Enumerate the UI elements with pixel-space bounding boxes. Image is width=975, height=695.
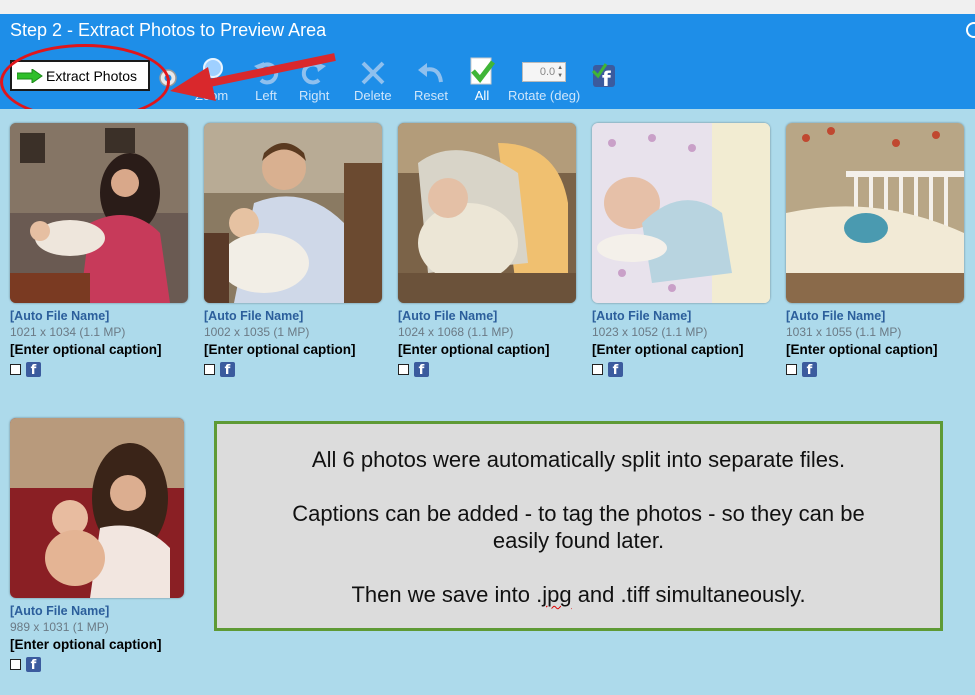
file-name-field[interactable]: [Auto File Name] bbox=[204, 309, 384, 323]
photo-thumbnail[interactable] bbox=[204, 123, 382, 303]
spinner-arrows-icon[interactable]: ▲ ▼ bbox=[557, 64, 563, 80]
facebook-icon[interactable]: f bbox=[26, 657, 41, 672]
rotate-left-icon bbox=[254, 62, 279, 85]
photo-card[interactable]: [Auto File Name] 1002 x 1035 (1 MP) [Ent… bbox=[204, 123, 384, 377]
facebook-icon[interactable]: f bbox=[220, 362, 235, 377]
callout-line-4-c: and .tiff simultaneously. bbox=[571, 582, 806, 607]
caption-field[interactable]: [Enter optional caption] bbox=[10, 342, 190, 357]
callout-line-2: Captions can be added - to tag the photo… bbox=[292, 501, 865, 526]
photo-card[interactable]: [Auto File Name] 1031 x 1055 (1.1 MP) [E… bbox=[786, 123, 966, 377]
photo-dimensions: 1021 x 1034 (1.1 MP) bbox=[10, 325, 126, 339]
caption-field[interactable]: [Enter optional caption] bbox=[398, 342, 578, 357]
rotate-right-tool[interactable]: Right bbox=[299, 52, 329, 103]
callout-line-4-jpg: jpg bbox=[542, 582, 572, 607]
step-title: Step 2 - Extract Photos to Preview Area bbox=[10, 20, 327, 40]
rotate-value: 0.0 bbox=[539, 66, 556, 78]
select-checkbox[interactable] bbox=[786, 364, 797, 375]
zoom-tool[interactable]: Zoom bbox=[195, 52, 228, 103]
extract-photos-button[interactable]: Extract Photos bbox=[10, 60, 150, 91]
photo-dimensions: 1002 x 1035 (1 MP) bbox=[204, 325, 310, 339]
delete-tool[interactable]: Delete bbox=[354, 52, 392, 103]
photo-card[interactable]: [Auto File Name] 1023 x 1052 (1.1 MP) [E… bbox=[592, 123, 772, 377]
gear-icon[interactable] bbox=[156, 66, 180, 90]
facebook-icon[interactable]: f bbox=[414, 362, 429, 377]
select-checkbox[interactable] bbox=[398, 364, 409, 375]
select-checkbox[interactable] bbox=[592, 364, 603, 375]
photo-card[interactable]: [Auto File Name] 1024 x 1068 (1.1 MP) [E… bbox=[398, 123, 578, 377]
file-name-field[interactable]: [Auto File Name] bbox=[10, 309, 190, 323]
photo-dimensions: 1031 x 1055 (1.1 MP) bbox=[786, 325, 902, 339]
callout-line-4-a: Then we save into . bbox=[351, 582, 543, 607]
caption-field[interactable]: [Enter optional caption] bbox=[786, 342, 966, 357]
facebook-select-button[interactable]: f bbox=[591, 62, 618, 93]
photo-dimensions: 1024 x 1068 (1.1 MP) bbox=[398, 325, 514, 339]
rotate-label: Rotate (deg) bbox=[508, 88, 581, 103]
rotate-degrees-input[interactable]: 0.0 ▲ ▼ bbox=[522, 62, 567, 82]
window-top-strip bbox=[0, 0, 975, 14]
facebook-check-icon: f bbox=[591, 63, 615, 91]
preview-area: [Auto File Name] 1021 x 1034 (1.1 MP) [E… bbox=[0, 109, 975, 695]
photo-card[interactable]: [Auto File Name] 1021 x 1034 (1.1 MP) [E… bbox=[10, 123, 190, 377]
rotate-right-icon bbox=[302, 62, 327, 85]
caption-field[interactable]: [Enter optional caption] bbox=[592, 342, 772, 357]
select-checkbox[interactable] bbox=[204, 364, 215, 375]
photo-thumbnail[interactable] bbox=[10, 418, 184, 598]
reset-tool[interactable]: Reset bbox=[414, 52, 448, 103]
all-label: All bbox=[474, 88, 490, 103]
photo-dimensions: 1023 x 1052 (1.1 MP) bbox=[592, 325, 708, 339]
info-callout: All 6 photos were automatically split in… bbox=[214, 421, 943, 631]
right-label: Right bbox=[299, 88, 330, 103]
file-name-field[interactable]: [Auto File Name] bbox=[786, 309, 966, 323]
photo-thumbnail[interactable] bbox=[10, 123, 188, 303]
extract-photos-label: Extract Photos bbox=[46, 67, 138, 84]
zoom-label: Zoom bbox=[195, 88, 229, 103]
check-all-icon bbox=[470, 57, 495, 85]
left-label: Left bbox=[255, 88, 277, 103]
rotate-degrees-tool[interactable]: 0.0 ▲ ▼ Rotate (deg) bbox=[508, 52, 580, 103]
callout-line-3: easily found later. bbox=[492, 528, 665, 553]
zoom-icon bbox=[198, 58, 223, 84]
facebook-icon[interactable]: f bbox=[608, 362, 623, 377]
select-checkbox[interactable] bbox=[10, 364, 21, 375]
file-name-field[interactable]: [Auto File Name] bbox=[398, 309, 578, 323]
rotate-left-tool[interactable]: Left bbox=[252, 52, 280, 103]
caption-field[interactable]: [Enter optional caption] bbox=[204, 342, 384, 357]
facebook-icon[interactable]: f bbox=[802, 362, 817, 377]
photo-thumbnail[interactable] bbox=[398, 123, 576, 303]
help-icon[interactable] bbox=[966, 22, 975, 38]
callout-line-1: All 6 photos were automatically split in… bbox=[311, 447, 846, 472]
callout-line-4: Then we save into .jpg and .tiff simulta… bbox=[217, 581, 940, 608]
photo-dimensions: 989 x 1031 (1 MP) bbox=[10, 620, 109, 634]
photo-thumbnail[interactable] bbox=[786, 123, 964, 303]
toolbar-header: Step 2 - Extract Photos to Preview Area … bbox=[0, 14, 975, 120]
file-name-field[interactable]: [Auto File Name] bbox=[592, 309, 772, 323]
delete-label: Delete bbox=[354, 88, 392, 103]
caption-field[interactable]: [Enter optional caption] bbox=[10, 637, 190, 652]
photo-card[interactable]: [Auto File Name] 989 x 1031 (1 MP) [Ente… bbox=[10, 418, 190, 672]
undo-icon bbox=[417, 63, 443, 83]
facebook-icon[interactable]: f bbox=[26, 362, 41, 377]
delete-x-icon bbox=[361, 61, 385, 85]
file-name-field[interactable]: [Auto File Name] bbox=[10, 604, 190, 618]
select-all-tool[interactable]: All bbox=[468, 52, 496, 103]
reset-label: Reset bbox=[414, 88, 448, 103]
select-checkbox[interactable] bbox=[10, 659, 21, 670]
green-arrow-icon bbox=[17, 68, 43, 83]
photo-thumbnail[interactable] bbox=[592, 123, 770, 303]
